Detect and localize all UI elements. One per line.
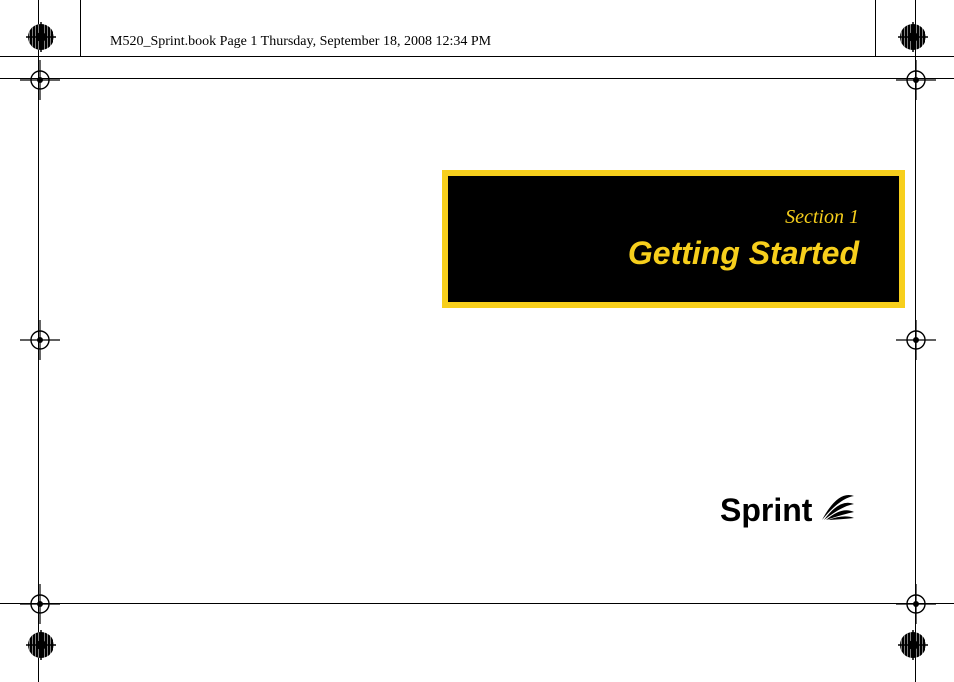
registration-mark-icon: [20, 584, 60, 624]
registration-mark-icon: [896, 60, 936, 100]
header-vrule-left: [80, 0, 81, 56]
target-mark-icon: [898, 630, 928, 660]
registration-mark-icon: [20, 320, 60, 360]
target-mark-icon: [26, 22, 56, 52]
header-vrule-right: [875, 0, 876, 56]
section-title: Getting Started: [628, 235, 859, 272]
page-header-text: M520_Sprint.book Page 1 Thursday, Septem…: [110, 34, 491, 50]
registration-mark-icon: [20, 60, 60, 100]
crop-line-bottom: [0, 603, 954, 604]
sprint-fan-icon: [818, 486, 858, 531]
target-mark-icon: [898, 22, 928, 52]
sprint-logo: Sprint: [720, 490, 858, 531]
header-rule: [0, 56, 954, 57]
target-mark-icon: [26, 630, 56, 660]
sprint-logo-text: Sprint: [720, 492, 812, 529]
section-title-box: Section 1 Getting Started: [442, 170, 905, 308]
registration-mark-icon: [896, 584, 936, 624]
registration-mark-icon: [896, 320, 936, 360]
section-label: Section 1: [785, 206, 859, 229]
crop-line-top: [0, 78, 954, 79]
